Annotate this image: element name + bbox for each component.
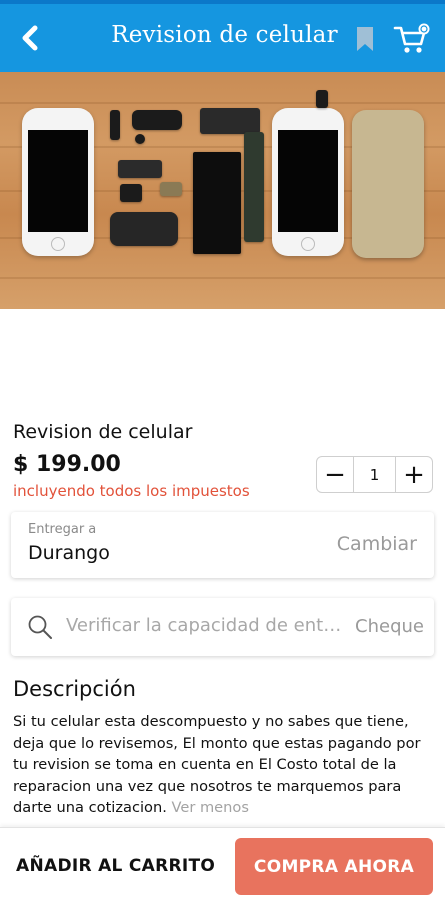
app-bar: Revision de celular [0,4,445,72]
tax-note: incluyendo todos los impuestos [13,482,250,500]
cart-icon [393,23,430,53]
description-body: Si tu celular esta descompuesto y no sab… [13,711,435,819]
description-title: Descripción [13,677,136,701]
bookmark-icon [357,27,373,51]
decrement-button[interactable]: − [317,457,353,492]
check-button[interactable]: Cheque [355,616,424,637]
product-title: Revision de celular [13,421,193,443]
page-title: Revision de celular [111,22,338,48]
product-image [0,72,445,309]
bookmark-button[interactable] [354,26,376,52]
delivery-card: Entregar a Durango Cambiar [11,512,434,578]
search-icon [28,615,52,639]
quantity-stepper: − 1 + [316,456,433,493]
see-less-link[interactable]: Ver menos [172,799,249,816]
add-to-cart-button[interactable]: AÑADIR AL CARRITO [16,856,215,876]
delivery-check-card: Cheque [11,598,434,656]
delivery-label: Entregar a [28,522,97,537]
bottom-action-bar: AÑADIR AL CARRITO COMPRA AHORA [0,827,445,900]
quantity-value: 1 [353,457,396,492]
delivery-check-input[interactable] [66,615,344,636]
product-price: $ 199.00 [13,452,121,477]
buy-now-button[interactable]: COMPRA AHORA [235,838,433,895]
increment-button[interactable]: + [396,457,432,492]
change-location-button[interactable]: Cambiar [337,533,417,555]
cart-button[interactable] [393,22,431,56]
delivery-city: Durango [28,542,110,564]
